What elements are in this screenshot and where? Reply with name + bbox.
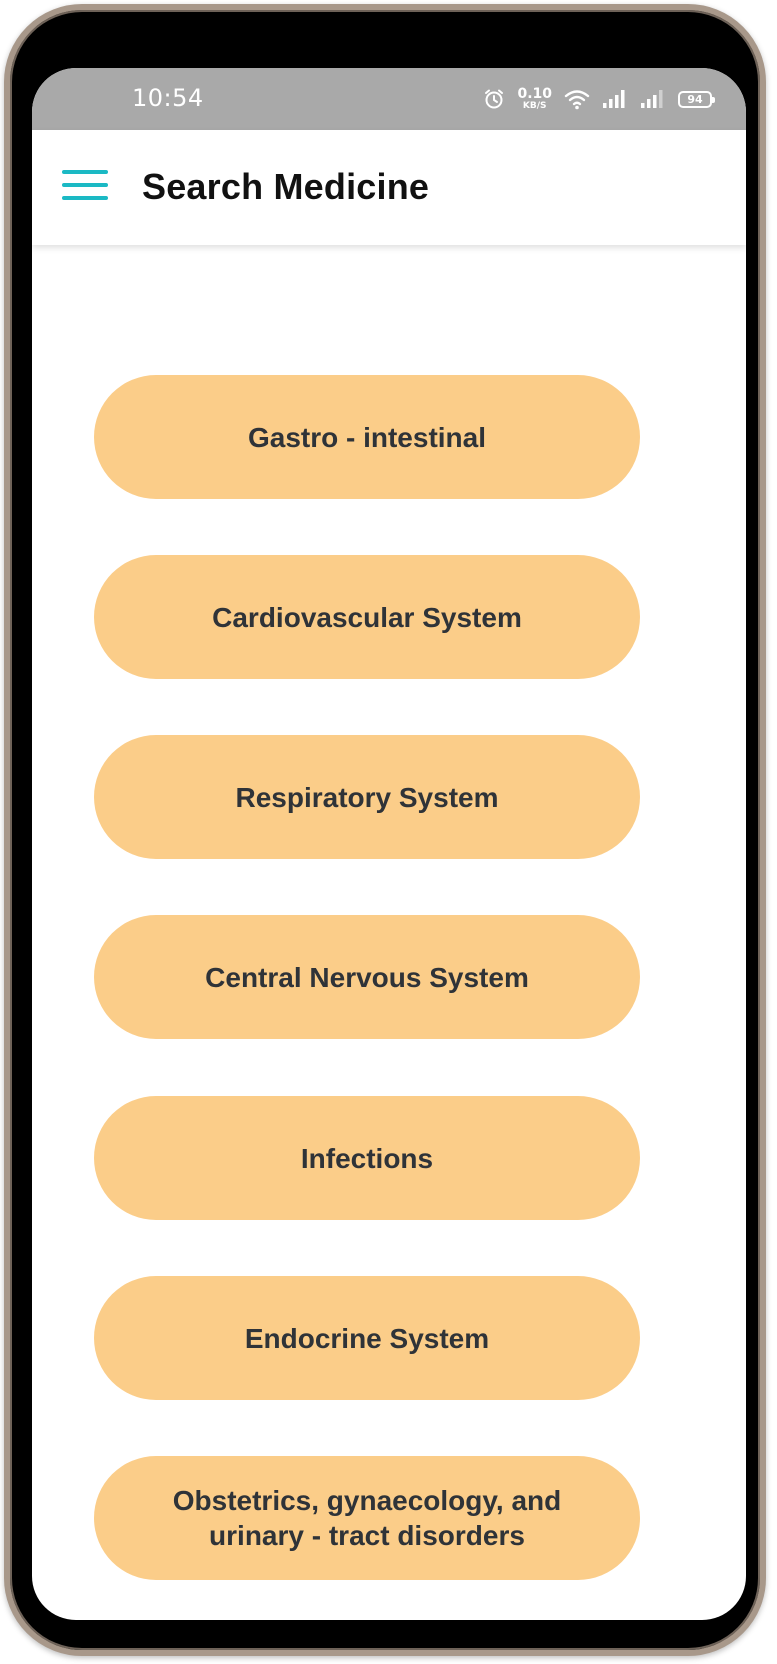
network-speed-value: 0.10 — [517, 86, 552, 102]
menu-line — [62, 183, 108, 187]
signal-icon — [640, 89, 666, 109]
hamburger-menu-icon[interactable] — [62, 166, 110, 206]
category-label: Central Nervous System — [205, 961, 529, 993]
category-list: Gastro - intestinal Cardiovascular Syste… — [32, 245, 746, 1620]
category-button-obstetrics-gynaecology-urinary[interactable]: Obstetrics, gynaecology, and urinary - t… — [94, 1456, 640, 1580]
category-label: Infections — [300, 1142, 434, 1174]
category-button-endocrine-system[interactable]: Endocrine System — [94, 1276, 640, 1400]
category-button-cardiovascular-system[interactable]: Cardiovascular System — [94, 555, 640, 679]
alarm-icon — [483, 88, 505, 110]
menu-line — [62, 196, 108, 200]
app-screen: 10:54 0.10 KB/S 94 Search Medicine Gastr… — [32, 68, 746, 1620]
app-bar: Search Medicine — [32, 130, 746, 245]
signal-icon — [602, 89, 628, 109]
category-button-gastro-intestinal[interactable]: Gastro - intestinal — [94, 375, 640, 499]
battery-icon: 94 — [678, 90, 715, 108]
category-label: Gastro - intestinal — [247, 421, 487, 453]
category-button-infections[interactable]: Infections — [94, 1096, 640, 1220]
category-label: Obstetrics, gynaecology, and urinary - t… — [172, 1485, 562, 1551]
status-bar: 10:54 0.10 KB/S 94 — [32, 68, 746, 130]
category-label: Respiratory System — [235, 781, 499, 813]
category-button-respiratory-system[interactable]: Respiratory System — [94, 735, 640, 859]
status-time: 10:54 — [132, 84, 204, 112]
status-icons: 0.10 KB/S 94 — [483, 84, 715, 114]
page-title: Search Medicine — [142, 166, 430, 207]
category-label: Endocrine System — [244, 1322, 490, 1354]
wifi-icon — [564, 88, 590, 110]
menu-line — [62, 170, 108, 174]
category-button-central-nervous-system[interactable]: Central Nervous System — [94, 915, 640, 1039]
network-speed-unit: KB/S — [522, 101, 547, 111]
category-label: Cardiovascular System — [212, 601, 522, 633]
network-speed: 0.10 KB/S — [517, 87, 552, 111]
